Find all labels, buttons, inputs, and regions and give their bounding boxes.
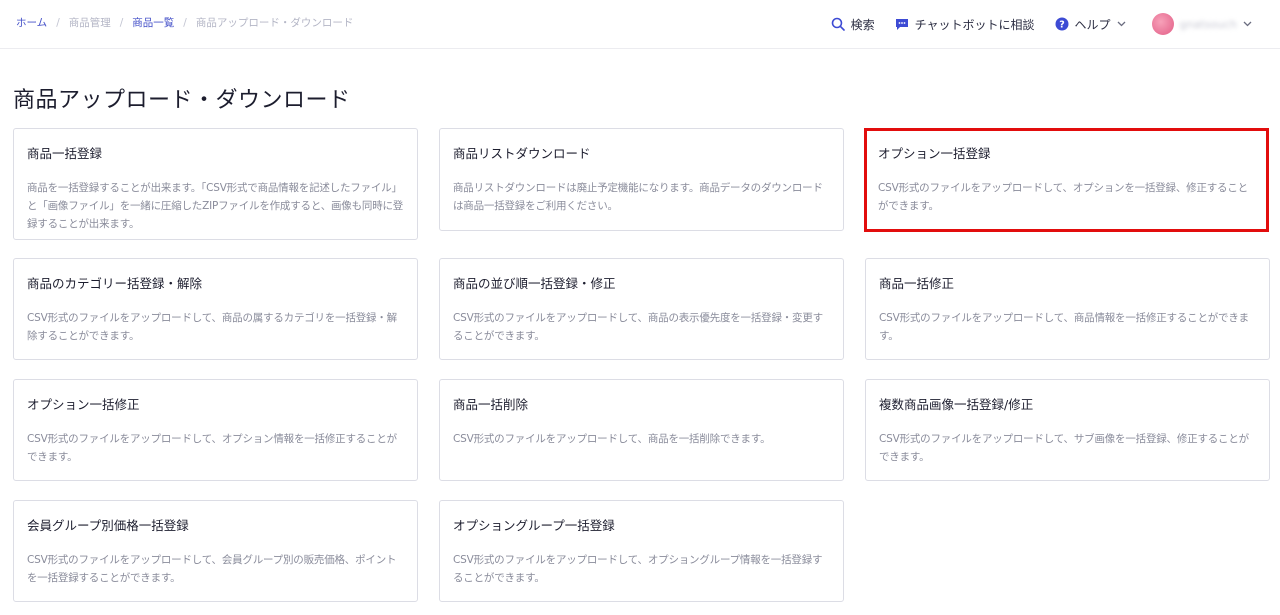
chevron-down-icon bbox=[1243, 21, 1252, 27]
card-member-group-price-register[interactable]: 会員グループ別価格一括登録 CSV形式のファイルをアップロードして、会員グループ… bbox=[13, 500, 418, 602]
card-product-bulk-delete[interactable]: 商品一括削除 CSV形式のファイルをアップロードして、商品を一括削除できます。 bbox=[439, 379, 844, 481]
card-description: 商品リストダウンロードは廃止予定機能になります。商品データのダウンロードは商品一… bbox=[453, 182, 823, 212]
card-title: 商品一括修正 bbox=[879, 276, 955, 291]
user-menu-button[interactable]: gnatsouch bbox=[1151, 13, 1258, 35]
card-multi-image-bulk-register[interactable]: 複数商品画像一括登録/修正 CSV形式のファイルをアップロードして、サブ画像を一… bbox=[865, 379, 1270, 481]
card-option-bulk-register[interactable]: オプション一括登録 CSV形式のファイルをアップロードして、オプションを一括登録… bbox=[864, 128, 1269, 232]
help-circle-icon: ? bbox=[1055, 17, 1069, 31]
card-description: CSV形式のファイルをアップロードして、商品を一括削除できます。 bbox=[453, 433, 771, 445]
breadcrumb-separator: / bbox=[119, 16, 124, 29]
breadcrumb-product-management[interactable]: 商品管理 bbox=[69, 15, 111, 30]
breadcrumb-current: 商品アップロード・ダウンロード bbox=[195, 17, 354, 29]
top-bar: ホーム / 商品管理 / 商品一覧 / 商品アップロード・ダウンロード 検索 チ… bbox=[0, 0, 1280, 49]
card-title: オプション一括修正 bbox=[27, 397, 140, 412]
card-title: オプション一括登録 bbox=[878, 146, 991, 161]
search-icon bbox=[831, 17, 845, 31]
search-button[interactable]: 検索 bbox=[831, 16, 875, 33]
chat-bubble-icon bbox=[895, 18, 908, 30]
chatbot-label: チャットボットに相談 bbox=[914, 17, 1035, 32]
search-label: 検索 bbox=[850, 17, 875, 32]
card-title: 商品の並び順一括登録・修正 bbox=[453, 276, 616, 291]
header-actions: 検索 チャットボットに相談 ? ヘルプ gnatsouch bbox=[831, 13, 1258, 35]
card-description: CSV形式のファイルをアップロードして、オプション情報を一括修正することができま… bbox=[27, 433, 397, 463]
breadcrumb-home[interactable]: ホーム bbox=[16, 15, 47, 30]
help-label: ヘルプ bbox=[1074, 17, 1111, 32]
card-description: CSV形式のファイルをアップロードして、オプションを一括登録、修正することができ… bbox=[878, 182, 1248, 212]
card-title: オプショングループ一括登録 bbox=[453, 518, 615, 533]
username: gnatsouch bbox=[1179, 17, 1237, 31]
page-title: 商品アップロード・ダウンロード bbox=[13, 88, 351, 113]
card-title: 複数商品画像一括登録/修正 bbox=[879, 397, 1034, 412]
card-option-bulk-edit[interactable]: オプション一括修正 CSV形式のファイルをアップロードして、オプション情報を一括… bbox=[13, 379, 418, 481]
card-description: CSV形式のファイルをアップロードして、商品情報を一括修正することができます。 bbox=[879, 312, 1249, 342]
card-title: 会員グループ別価格一括登録 bbox=[27, 518, 189, 533]
card-option-group-bulk-register[interactable]: オプショングループ一括登録 CSV形式のファイルをアップロードして、オプショング… bbox=[439, 500, 844, 602]
card-title: 商品のカテゴリー括登録・解除 bbox=[27, 276, 203, 291]
card-description: CSV形式のファイルをアップロードして、商品の属するカテゴリを一括登録・解除する… bbox=[27, 312, 397, 342]
svg-text:?: ? bbox=[1059, 20, 1065, 31]
card-title: 商品一括削除 bbox=[453, 397, 529, 412]
breadcrumb: ホーム / 商品管理 / 商品一覧 / 商品アップロード・ダウンロード bbox=[16, 15, 353, 30]
avatar bbox=[1151, 13, 1174, 35]
help-button[interactable]: ? ヘルプ bbox=[1055, 16, 1132, 33]
chevron-down-icon bbox=[1117, 21, 1125, 27]
card-title: 商品リストダウンロード bbox=[453, 146, 591, 161]
card-product-bulk-edit[interactable]: 商品一括修正 CSV形式のファイルをアップロードして、商品情報を一括修正すること… bbox=[865, 258, 1270, 360]
card-title: 商品一括登録 bbox=[27, 146, 103, 161]
card-product-list-download[interactable]: 商品リストダウンロード 商品リストダウンロードは廃止予定機能になります。商品デー… bbox=[439, 128, 844, 231]
card-category-bulk-register[interactable]: 商品のカテゴリー括登録・解除 CSV形式のファイルをアップロードして、商品の属す… bbox=[13, 258, 418, 360]
breadcrumb-separator: / bbox=[183, 16, 187, 29]
card-description: CSV形式のファイルをアップロードして、会員グループ別の販売価格、ポイントを一括… bbox=[27, 554, 397, 584]
card-product-bulk-register[interactable]: 商品一括登録 商品を一括登録することが出来ます。「CSV形式で商品情報を記述した… bbox=[13, 128, 418, 240]
card-description: 商品を一括登録することが出来ます。「CSV形式で商品情報を記述したファイル」と「… bbox=[27, 182, 404, 230]
breadcrumb-separator: / bbox=[56, 16, 60, 29]
card-description: CSV形式のファイルをアップロードして、商品の表示優先度を一括登録・変更すること… bbox=[453, 312, 823, 342]
card-sort-order-bulk-register[interactable]: 商品の並び順一括登録・修正 CSV形式のファイルをアップロードして、商品の表示優… bbox=[439, 258, 844, 360]
chatbot-button[interactable]: チャットボットに相談 bbox=[895, 16, 1035, 33]
breadcrumb-product-list[interactable]: 商品一覧 bbox=[132, 15, 174, 30]
card-description: CSV形式のファイルをアップロードして、サブ画像を一括登録、修正することができま… bbox=[879, 433, 1249, 463]
card-description: CSV形式のファイルをアップロードして、オプショングループ情報を一括登録すること… bbox=[453, 554, 823, 584]
